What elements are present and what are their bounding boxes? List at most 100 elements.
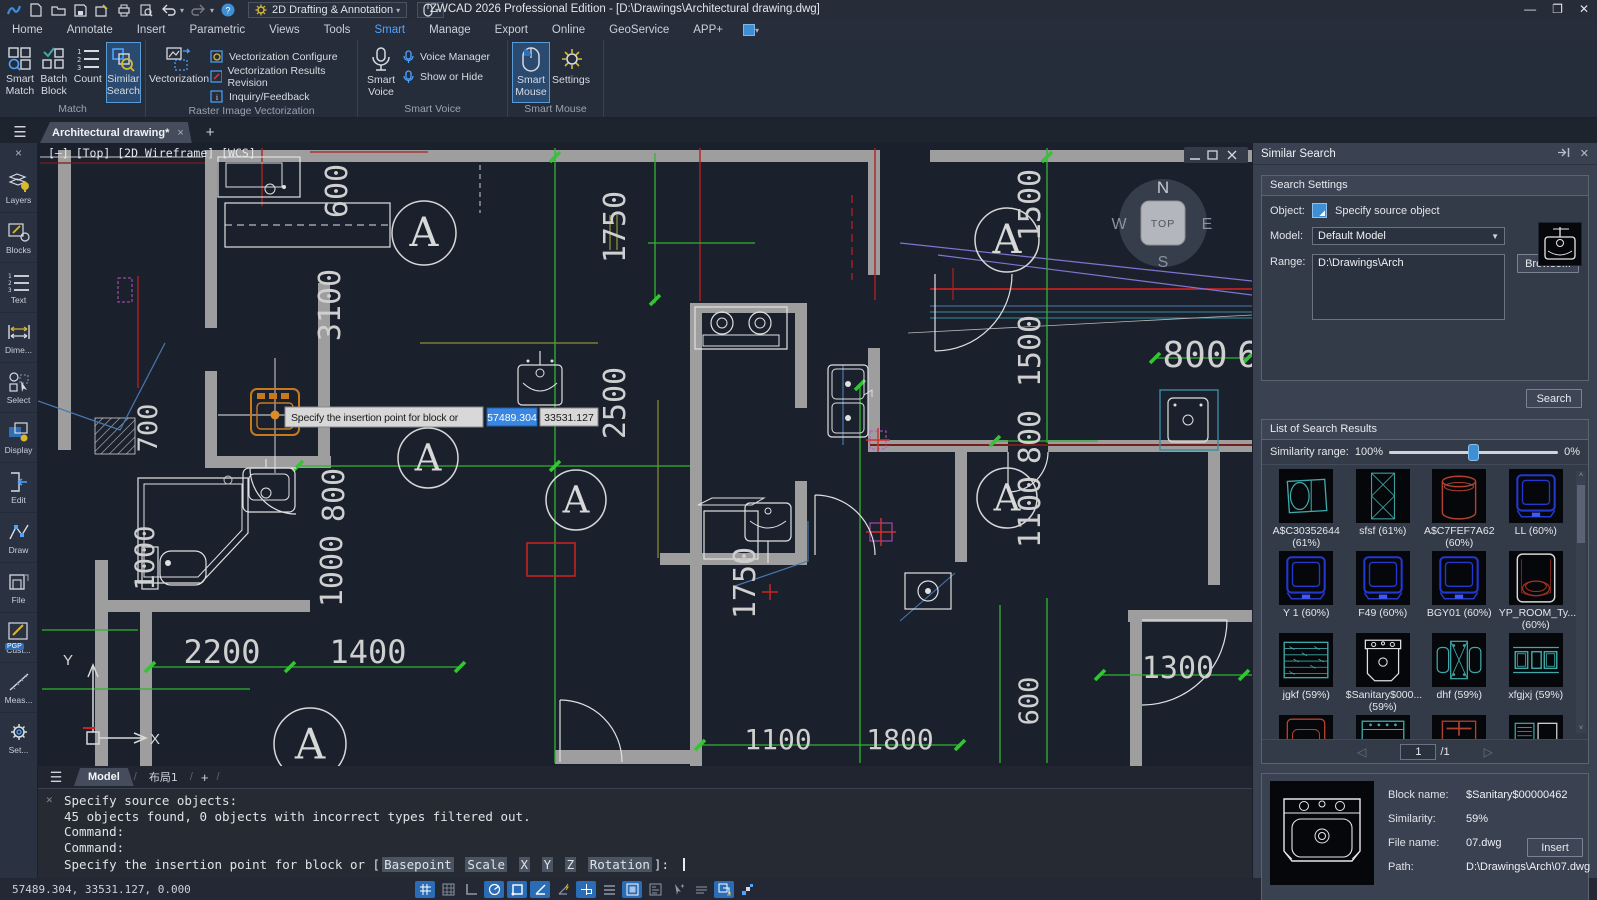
result-item[interactable]: $Sanitary$000... (59%) <box>1345 633 1422 715</box>
object-tracking-toggle[interactable] <box>576 881 596 898</box>
menu-export[interactable]: Export <box>483 22 540 38</box>
help-icon[interactable]: ? <box>220 3 236 18</box>
voice-manager-button[interactable]: Voice Manager <box>402 48 490 65</box>
grid-toggle[interactable] <box>415 881 435 898</box>
properties-toggle[interactable] <box>645 881 665 898</box>
block-editor-toggle[interactable] <box>714 881 734 898</box>
next-page-icon[interactable]: ▷ <box>1484 745 1493 759</box>
result-item[interactable]: LL (60%) <box>1498 469 1575 551</box>
layout1-tab[interactable]: 布局1 <box>137 769 190 785</box>
result-item[interactable]: sfsf (61%) <box>1345 469 1422 551</box>
save-button[interactable] <box>72 3 88 18</box>
keyword-basepoint[interactable]: Basepoint <box>382 857 454 872</box>
result-item[interactable] <box>1498 715 1575 739</box>
selection-cycling-toggle[interactable] <box>668 881 688 898</box>
scroll-up-icon[interactable]: ˄ <box>1576 472 1586 479</box>
result-item[interactable]: YP_ROOM_Ty... (60%) <box>1498 551 1575 633</box>
sidebar-item-blocks[interactable]: Blocks <box>0 213 37 263</box>
scroll-down-icon[interactable]: ˅ <box>1576 725 1586 732</box>
workspace-steps-icon[interactable] <box>737 881 757 898</box>
count-button[interactable]: 123 Count <box>72 42 104 103</box>
menu-app-plus[interactable]: APP+ <box>681 22 735 38</box>
vectorization-button[interactable]: Vectorization <box>150 42 208 105</box>
smart-voice-button[interactable]: Smart Voice <box>362 42 400 103</box>
inquiry-feedback-button[interactable]: i Inquiry/Feedback <box>210 88 353 105</box>
smart-match-button[interactable]: Smart Match <box>4 42 36 103</box>
open-file-button[interactable] <box>50 3 66 18</box>
redo-dropdown-caret[interactable]: ▾ <box>210 6 214 15</box>
range-input[interactable]: D:\Drawings\Arch <box>1312 254 1505 320</box>
document-tab-close-icon[interactable]: × <box>177 127 183 139</box>
angle-snap-toggle[interactable] <box>530 881 550 898</box>
sidebar-item-customize[interactable]: PGP Cust... <box>0 613 37 663</box>
similar-search-button[interactable]: Similar Search <box>106 42 141 103</box>
page-input[interactable]: 1 <box>1400 744 1436 760</box>
insert-button[interactable]: Insert <box>1527 838 1583 857</box>
result-item[interactable] <box>1268 715 1345 739</box>
sidebar-item-display[interactable]: Display <box>0 413 37 463</box>
menu-annotate[interactable]: Annotate <box>55 22 125 38</box>
workspace-dropdown-caret[interactable]: ▾ <box>396 6 400 15</box>
menu-parametric[interactable]: Parametric <box>178 22 258 38</box>
drawing-viewport[interactable]: A A A A A A 600 3100 1750 2500 1750 700 … <box>38 143 1252 766</box>
vectorization-results-revision-button[interactable]: Vectorization Results Revision <box>210 68 353 85</box>
scrollbar-thumb[interactable] <box>1577 485 1585 543</box>
vectorization-configure-button[interactable]: Vectorization Configure <box>210 48 353 65</box>
workspace-switcher[interactable]: 2D Drafting & Annotation ▾ <box>248 2 407 18</box>
sidebar-item-select[interactable]: Select <box>0 363 37 413</box>
result-item[interactable]: BGY01 (60%) <box>1421 551 1498 633</box>
keyword-rotation[interactable]: Rotation <box>588 857 652 872</box>
transparency-toggle[interactable] <box>622 881 642 898</box>
print-preview-button[interactable] <box>138 3 154 18</box>
polar-tracking-toggle[interactable] <box>484 881 504 898</box>
plot-button[interactable] <box>116 3 132 18</box>
results-scrollbar[interactable]: ˄ ˅ <box>1576 471 1586 733</box>
model-select[interactable]: Default Model ▼ <box>1312 227 1505 245</box>
show-or-hide-button[interactable]: Show or Hide <box>402 68 490 85</box>
result-item[interactable]: Y 1 (60%) <box>1268 551 1345 633</box>
keyword-scale[interactable]: Scale <box>465 857 507 872</box>
slider-handle[interactable] <box>1468 444 1479 461</box>
result-item[interactable] <box>1421 715 1498 739</box>
result-item[interactable]: F49 (60%) <box>1345 551 1422 633</box>
snap-toggle[interactable] <box>438 881 458 898</box>
sidebar-item-measure[interactable]: Meas... <box>0 663 37 713</box>
lineweight-toggle[interactable] <box>599 881 619 898</box>
view-cube[interactable]: N E S W TOP <box>1111 178 1212 271</box>
sidebar-item-dimension[interactable]: Dime... <box>0 313 37 363</box>
menu-manage[interactable]: Manage <box>417 22 483 38</box>
menu-smart[interactable]: Smart <box>362 22 417 38</box>
toolbar-close-icon[interactable]: × <box>0 143 37 163</box>
smart-mouse-settings-button[interactable]: Settings <box>552 42 590 103</box>
document-tab-architectural-drawing[interactable]: Architectural drawing* × <box>40 122 192 143</box>
result-item[interactable] <box>1345 715 1422 739</box>
sidebar-item-edit[interactable]: Edit <box>0 463 37 513</box>
panel-close-icon[interactable]: ✕ <box>1580 147 1589 160</box>
menu-views[interactable]: Views <box>257 22 311 38</box>
menu-online[interactable]: Online <box>540 22 597 38</box>
new-file-button[interactable] <box>28 3 44 18</box>
layout-menu-icon[interactable]: ☰ <box>38 769 74 786</box>
maximize-button[interactable]: ❐ <box>1552 2 1563 16</box>
sidebar-item-settings[interactable]: Set... <box>0 713 37 763</box>
save-as-button[interactable] <box>94 3 110 18</box>
menu-insert[interactable]: Insert <box>125 22 178 38</box>
result-item[interactable]: A$C7FEF7A62 (60%) <box>1421 469 1498 551</box>
pick-object-icon[interactable] <box>1312 203 1327 218</box>
result-item[interactable]: jgkf (59%) <box>1268 633 1345 715</box>
close-button[interactable]: ✕ <box>1579 2 1589 16</box>
smart-mouse-button[interactable]: Smart Mouse <box>512 42 550 103</box>
keyword-z[interactable]: Z <box>565 857 577 872</box>
command-line-panel[interactable]: ✕ Specify source objects: 45 objects fou… <box>38 788 1252 878</box>
menu-geoservice[interactable]: GeoService <box>597 22 681 38</box>
sidebar-item-layers[interactable]: Layers <box>0 163 37 213</box>
undo-dropdown-caret[interactable]: ▾ <box>180 6 184 15</box>
keyword-y[interactable]: Y <box>542 857 554 872</box>
redo-button[interactable] <box>190 3 206 18</box>
sidebar-item-file[interactable]: File <box>0 563 37 613</box>
undo-button[interactable] <box>160 3 176 18</box>
batch-block-button[interactable]: Batch Block <box>38 42 70 103</box>
pin-panel-icon[interactable] <box>1557 147 1570 158</box>
prev-page-icon[interactable]: ◁ <box>1357 745 1366 759</box>
command-close-icon[interactable]: ✕ <box>46 793 53 806</box>
